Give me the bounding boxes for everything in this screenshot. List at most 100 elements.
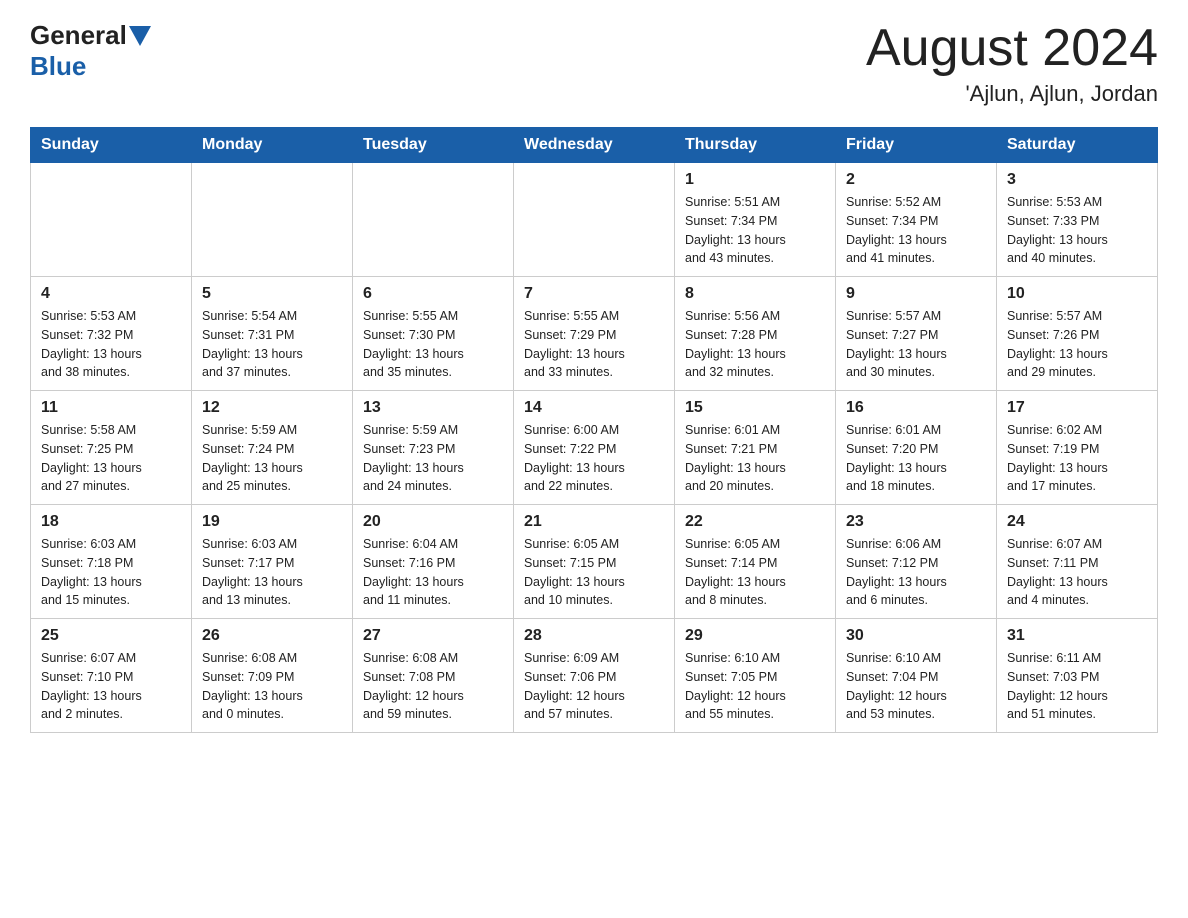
day-info: Sunrise: 6:07 AM Sunset: 7:11 PM Dayligh… [1007,535,1147,610]
calendar-cell: 21Sunrise: 6:05 AM Sunset: 7:15 PM Dayli… [514,505,675,619]
week-row-3: 11 Sunrise: 5:58 AM Sunset: 7:25 PM Dayli… [31,391,1158,505]
day-info: Sunrise: 6:04 AM Sunset: 7:16 PM Dayligh… [363,535,503,610]
calendar-cell: 11 Sunrise: 5:58 AM Sunset: 7:25 PM Dayli… [31,391,192,505]
calendar-cell: 10Sunrise: 5:57 AM Sunset: 7:26 PM Dayli… [997,277,1158,391]
calendar-cell: 19 Sunrise: 6:03 AM Sunset: 7:17 PM Dayli… [192,505,353,619]
day-number: 4 [41,285,181,303]
calendar-cell: 12 Sunrise: 5:59 AM Sunset: 7:24 PM Dayli… [192,391,353,505]
calendar-cell: 3 Sunrise: 5:53 AM Sunset: 7:33 PM Daylig… [997,163,1158,277]
day-info: Sunrise: 5:53 AM Sunset: 7:33 PM Dayligh… [1007,193,1147,268]
day-number: 19 [202,513,342,531]
calendar-cell: 2 Sunrise: 5:52 AM Sunset: 7:34 PM Daylig… [836,163,997,277]
calendar-cell: 28Sunrise: 6:09 AM Sunset: 7:06 PM Dayli… [514,619,675,733]
day-number: 27 [363,627,503,645]
day-info: Sunrise: 6:03 AM Sunset: 7:17 PM Dayligh… [202,535,342,610]
day-info: Sunrise: 6:05 AM Sunset: 7:14 PM Dayligh… [685,535,825,610]
calendar-cell: 4 Sunrise: 5:53 AM Sunset: 7:32 PM Daylig… [31,277,192,391]
day-info: Sunrise: 5:55 AM Sunset: 7:29 PM Dayligh… [524,307,664,382]
col-tuesday: Tuesday [353,128,514,163]
location-text: 'Ajlun, Ajlun, Jordan [866,81,1158,107]
calendar-cell: 29Sunrise: 6:10 AM Sunset: 7:05 PM Dayli… [675,619,836,733]
day-info: Sunrise: 5:52 AM Sunset: 7:34 PM Dayligh… [846,193,986,268]
day-number: 26 [202,627,342,645]
day-info: Sunrise: 6:07 AM Sunset: 7:10 PM Dayligh… [41,649,181,724]
day-number: 28 [524,627,664,645]
day-number: 22 [685,513,825,531]
col-thursday: Thursday [675,128,836,163]
calendar-cell: 8 Sunrise: 5:56 AM Sunset: 7:28 PM Daylig… [675,277,836,391]
day-info: Sunrise: 5:59 AM Sunset: 7:24 PM Dayligh… [202,421,342,496]
calendar-cell: 13 Sunrise: 5:59 AM Sunset: 7:23 PM Dayli… [353,391,514,505]
day-number: 9 [846,285,986,303]
day-number: 20 [363,513,503,531]
day-info: Sunrise: 5:51 AM Sunset: 7:34 PM Dayligh… [685,193,825,268]
calendar-cell: 25 Sunrise: 6:07 AM Sunset: 7:10 PM Dayli… [31,619,192,733]
day-number: 25 [41,627,181,645]
page-header: General Blue August 2024 'Ajlun, Ajlun, … [30,20,1158,107]
day-info: Sunrise: 5:57 AM Sunset: 7:27 PM Dayligh… [846,307,986,382]
calendar-cell: 15Sunrise: 6:01 AM Sunset: 7:21 PM Dayli… [675,391,836,505]
calendar-cell: 22 Sunrise: 6:05 AM Sunset: 7:14 PM Dayli… [675,505,836,619]
calendar-cell: 9 Sunrise: 5:57 AM Sunset: 7:27 PM Daylig… [836,277,997,391]
day-number: 6 [363,285,503,303]
day-info: Sunrise: 6:01 AM Sunset: 7:21 PM Dayligh… [685,421,825,496]
day-info: Sunrise: 6:08 AM Sunset: 7:09 PM Dayligh… [202,649,342,724]
day-number: 11 [41,399,181,417]
day-number: 18 [41,513,181,531]
calendar-cell [31,163,192,277]
title-block: August 2024 'Ajlun, Ajlun, Jordan [866,20,1158,107]
day-number: 7 [524,285,664,303]
col-friday: Friday [836,128,997,163]
day-info: Sunrise: 6:01 AM Sunset: 7:20 PM Dayligh… [846,421,986,496]
week-row-5: 25 Sunrise: 6:07 AM Sunset: 7:10 PM Dayli… [31,619,1158,733]
day-info: Sunrise: 5:59 AM Sunset: 7:23 PM Dayligh… [363,421,503,496]
day-info: Sunrise: 5:57 AM Sunset: 7:26 PM Dayligh… [1007,307,1147,382]
calendar-cell: 14 Sunrise: 6:00 AM Sunset: 7:22 PM Dayli… [514,391,675,505]
col-monday: Monday [192,128,353,163]
calendar-cell: 26 Sunrise: 6:08 AM Sunset: 7:09 PM Dayli… [192,619,353,733]
day-number: 23 [846,513,986,531]
day-number: 8 [685,285,825,303]
calendar-cell: 27Sunrise: 6:08 AM Sunset: 7:08 PM Dayli… [353,619,514,733]
col-saturday: Saturday [997,128,1158,163]
calendar-cell: 17 Sunrise: 6:02 AM Sunset: 7:19 PM Dayli… [997,391,1158,505]
day-info: Sunrise: 6:00 AM Sunset: 7:22 PM Dayligh… [524,421,664,496]
calendar-cell [514,163,675,277]
calendar-cell: 16 Sunrise: 6:01 AM Sunset: 7:20 PM Dayli… [836,391,997,505]
calendar-cell: 18 Sunrise: 6:03 AM Sunset: 7:18 PM Dayli… [31,505,192,619]
day-info: Sunrise: 6:11 AM Sunset: 7:03 PM Dayligh… [1007,649,1147,724]
day-info: Sunrise: 5:56 AM Sunset: 7:28 PM Dayligh… [685,307,825,382]
calendar-header-row: Sunday Monday Tuesday Wednesday Thursday… [31,128,1158,163]
day-number: 5 [202,285,342,303]
logo-arrow-icon [129,26,151,46]
day-number: 12 [202,399,342,417]
calendar-table: Sunday Monday Tuesday Wednesday Thursday… [30,127,1158,733]
day-number: 16 [846,399,986,417]
calendar-cell: 30Sunrise: 6:10 AM Sunset: 7:04 PM Dayli… [836,619,997,733]
day-number: 31 [1007,627,1147,645]
col-wednesday: Wednesday [514,128,675,163]
day-info: Sunrise: 6:06 AM Sunset: 7:12 PM Dayligh… [846,535,986,610]
week-row-4: 18 Sunrise: 6:03 AM Sunset: 7:18 PM Dayli… [31,505,1158,619]
logo-blue-text: Blue [30,51,86,82]
day-number: 14 [524,399,664,417]
day-number: 2 [846,171,986,189]
day-info: Sunrise: 6:05 AM Sunset: 7:15 PM Dayligh… [524,535,664,610]
logo: General Blue [30,20,151,82]
day-info: Sunrise: 6:02 AM Sunset: 7:19 PM Dayligh… [1007,421,1147,496]
day-number: 13 [363,399,503,417]
calendar-cell: 31 Sunrise: 6:11 AM Sunset: 7:03 PM Dayli… [997,619,1158,733]
day-number: 3 [1007,171,1147,189]
calendar-cell: 20 Sunrise: 6:04 AM Sunset: 7:16 PM Dayli… [353,505,514,619]
day-number: 24 [1007,513,1147,531]
col-sunday: Sunday [31,128,192,163]
day-info: Sunrise: 5:53 AM Sunset: 7:32 PM Dayligh… [41,307,181,382]
calendar-cell [353,163,514,277]
day-info: Sunrise: 5:55 AM Sunset: 7:30 PM Dayligh… [363,307,503,382]
month-year-title: August 2024 [866,20,1158,77]
calendar-cell: 1Sunrise: 5:51 AM Sunset: 7:34 PM Daylig… [675,163,836,277]
day-info: Sunrise: 5:58 AM Sunset: 7:25 PM Dayligh… [41,421,181,496]
day-info: Sunrise: 6:03 AM Sunset: 7:18 PM Dayligh… [41,535,181,610]
day-number: 17 [1007,399,1147,417]
calendar-cell: 6 Sunrise: 5:55 AM Sunset: 7:30 PM Daylig… [353,277,514,391]
